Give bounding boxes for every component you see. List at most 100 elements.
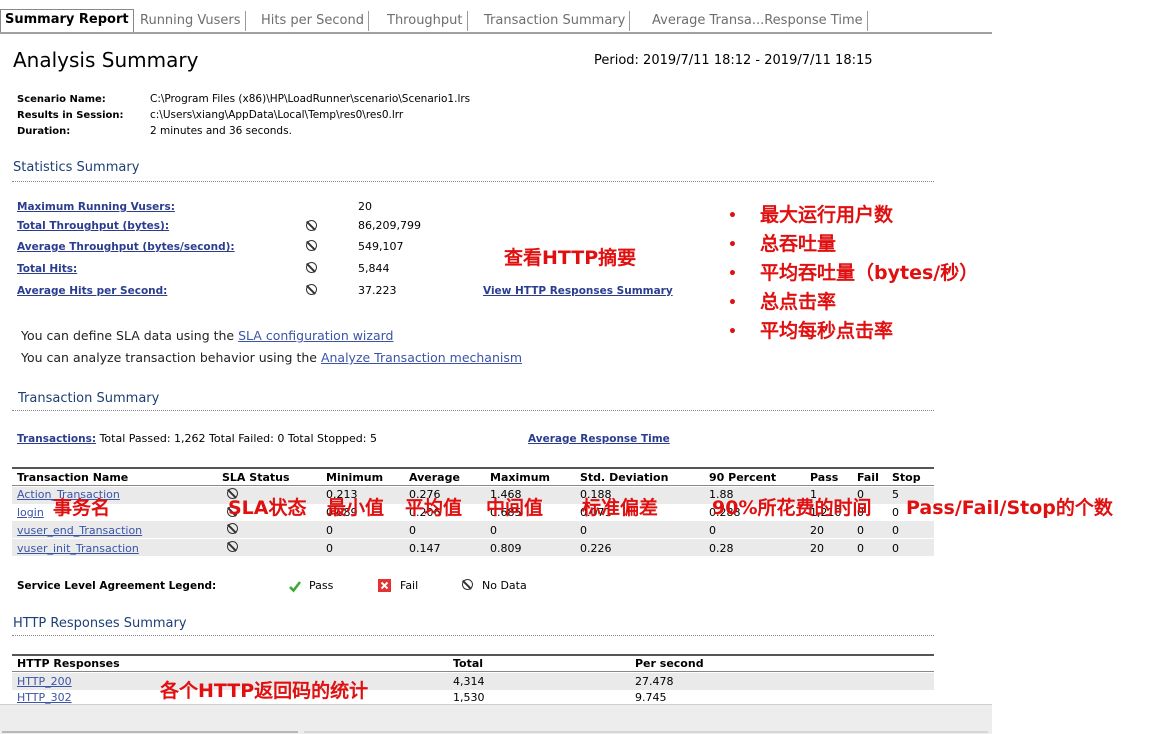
cell-total: 1,530 — [453, 691, 485, 704]
cell-average: 0 — [409, 524, 416, 537]
annotation-bullet: • 总点击率 — [728, 291, 837, 313]
transaction-name-link[interactable]: vuser_end_Transaction — [17, 524, 142, 537]
col-http-responses: HTTP Responses — [17, 657, 120, 670]
cell-90-percent: 0.28 — [709, 542, 734, 555]
duration-label: Duration: — [17, 126, 71, 137]
cell-std-deviation: 0.226 — [580, 542, 612, 555]
average-hits-link[interactable]: Average Hits per Second: — [17, 285, 167, 297]
fail-x-icon — [378, 579, 391, 592]
sla-prefix: You can define SLA data using the — [21, 328, 239, 343]
col-pass: Pass — [810, 471, 839, 484]
col-stop: Stop — [892, 471, 921, 484]
tab-throughput[interactable]: Throughput — [383, 11, 468, 31]
col-transaction-name: Transaction Name — [17, 471, 129, 484]
total-throughput-link[interactable]: Total Throughput (bytes): — [17, 220, 169, 232]
results-session-value: c:\Users\xiang\AppData\Local\Temp\res0\r… — [150, 109, 404, 121]
cell-pass: 20 — [810, 542, 824, 555]
transaction-summary-heading: Transaction Summary — [18, 391, 160, 406]
total-hits-link[interactable]: Total Hits: — [17, 263, 77, 275]
transaction-name-link[interactable]: login — [17, 506, 44, 519]
legend-fail: Fail — [400, 579, 419, 592]
annotation-bullet: • 平均每秒点击率 — [728, 320, 894, 342]
col-average: Average — [409, 471, 460, 484]
sla-wizard-link[interactable]: SLA configuration wizard — [238, 328, 393, 343]
annotation-sla: SLA状态 — [228, 497, 307, 519]
table-top-rule — [12, 467, 934, 469]
average-response-time-link[interactable]: Average Response Time — [528, 433, 670, 445]
tab-hits-per-second[interactable]: Hits per Second — [257, 11, 369, 31]
divider — [12, 410, 934, 411]
transactions-totals: Transactions: Total Passed: 1,262 Total … — [17, 432, 377, 445]
col-total: Total — [453, 657, 484, 670]
table-header-rule — [12, 485, 934, 486]
annotation-bullet: • 平均吞吐量（bytes/秒） — [728, 262, 979, 284]
col-fail: Fail — [857, 471, 879, 484]
no-data-icon — [306, 220, 317, 231]
no-data-icon — [227, 541, 238, 552]
annotation-average: 平均值 — [405, 497, 463, 519]
no-data-icon — [306, 284, 317, 295]
col-per-second: Per second — [635, 657, 704, 670]
average-hits-value: 37.223 — [358, 284, 397, 297]
scenario-name-value: C:\Program Files (x86)\HP\LoadRunner\sce… — [150, 93, 471, 105]
http-code-link[interactable]: HTTP_302 — [17, 691, 72, 704]
annotation-http-summary: 查看HTTP摘要 — [504, 247, 637, 269]
max-running-vusers-value: 20 — [358, 200, 372, 213]
cell-minimum: 0 — [326, 542, 333, 555]
sla-text: You can define SLA data using the SLA co… — [21, 328, 393, 343]
http-code-link[interactable]: HTTP_200 — [17, 675, 72, 688]
page-title: Analysis Summary — [13, 48, 199, 72]
tab-summary-report[interactable]: Summary Report — [0, 9, 134, 32]
cell-90-percent: 0 — [709, 524, 716, 537]
cell-std-deviation: 0 — [580, 524, 587, 537]
analyze-prefix: You can analyze transaction behavior usi… — [21, 350, 321, 365]
col-maximum: Maximum — [490, 471, 550, 484]
scenario-name-label: Scenario Name: — [17, 94, 106, 105]
table-top-rule — [12, 654, 934, 656]
cell-stop: 5 — [892, 488, 899, 501]
duration-value: 2 minutes and 36 seconds. — [150, 125, 292, 137]
annotation-bullet: • 最大运行用户数 — [728, 204, 894, 226]
annotation-bullet: • 总吞吐量 — [728, 233, 837, 255]
cell-total: 4,314 — [453, 675, 485, 688]
tab-transaction-summary[interactable]: Transaction Summary — [480, 11, 631, 31]
average-throughput-value: 549,107 — [358, 240, 404, 253]
analyze-text: You can analyze transaction behavior usi… — [21, 350, 522, 365]
average-throughput-link[interactable]: Average Throughput (bytes/second): — [17, 241, 235, 253]
view-http-responses-link[interactable]: View HTTP Responses Summary — [483, 285, 673, 297]
legend-pass: Pass — [309, 579, 334, 592]
annotation-transaction-name: 事务名 — [53, 497, 111, 519]
annotation-minimum: 最小值 — [327, 497, 385, 519]
tab-running-vusers[interactable]: Running Vusers — [136, 11, 246, 31]
col-std-deviation: Std. Deviation — [580, 471, 669, 484]
annotation-bullet-list: • 最大运行用户数 • 总吞吐量 • 平均吞吐量（bytes/秒） • 总点击率 • 平均… — [728, 200, 978, 345]
no-data-icon — [227, 523, 238, 534]
max-running-vusers-link[interactable]: Maximum Running Vusers: — [17, 201, 175, 213]
divider — [12, 635, 934, 636]
transactions-link[interactable]: Transactions: — [17, 433, 96, 445]
divider — [12, 181, 934, 182]
transaction-name-link[interactable]: vuser_init_Transaction — [17, 542, 139, 555]
annotation-std-deviation: 标准偏差 — [582, 497, 659, 519]
annotation-median: 中间值 — [486, 497, 544, 519]
col-90-percent: 90 Percent — [709, 471, 777, 484]
no-data-icon — [306, 240, 317, 251]
table-header-rule — [12, 671, 934, 672]
cell-maximum: 0.809 — [490, 542, 522, 555]
total-throughput-value: 86,209,799 — [358, 219, 421, 232]
tab-bar: Summary Report Running Vusers Hits per S… — [0, 8, 992, 34]
annotation-90-percent: 90%所花费的时间 — [712, 497, 872, 519]
analyze-transaction-link[interactable]: Analyze Transaction mechanism — [321, 350, 522, 365]
cell-per-second: 9.745 — [635, 691, 667, 704]
sla-legend-label: Service Level Agreement Legend: — [17, 580, 217, 592]
cell-stop: 0 — [892, 506, 899, 519]
pass-check-icon — [289, 581, 302, 593]
no-data-icon — [306, 262, 317, 273]
horizontal-scrollbar[interactable] — [0, 704, 992, 734]
cell-stop: 0 — [892, 524, 899, 537]
cell-maximum: 0 — [490, 524, 497, 537]
statistics-summary-heading: Statistics Summary — [13, 160, 140, 175]
annotation-pass-fail-stop: Pass/Fail/Stop的个数 — [906, 497, 1113, 519]
annotation-http-codes: 各个HTTP返回码的统计 — [160, 680, 369, 702]
tab-average-transaction-response-time[interactable]: Average Transa...Response Time — [648, 11, 868, 31]
